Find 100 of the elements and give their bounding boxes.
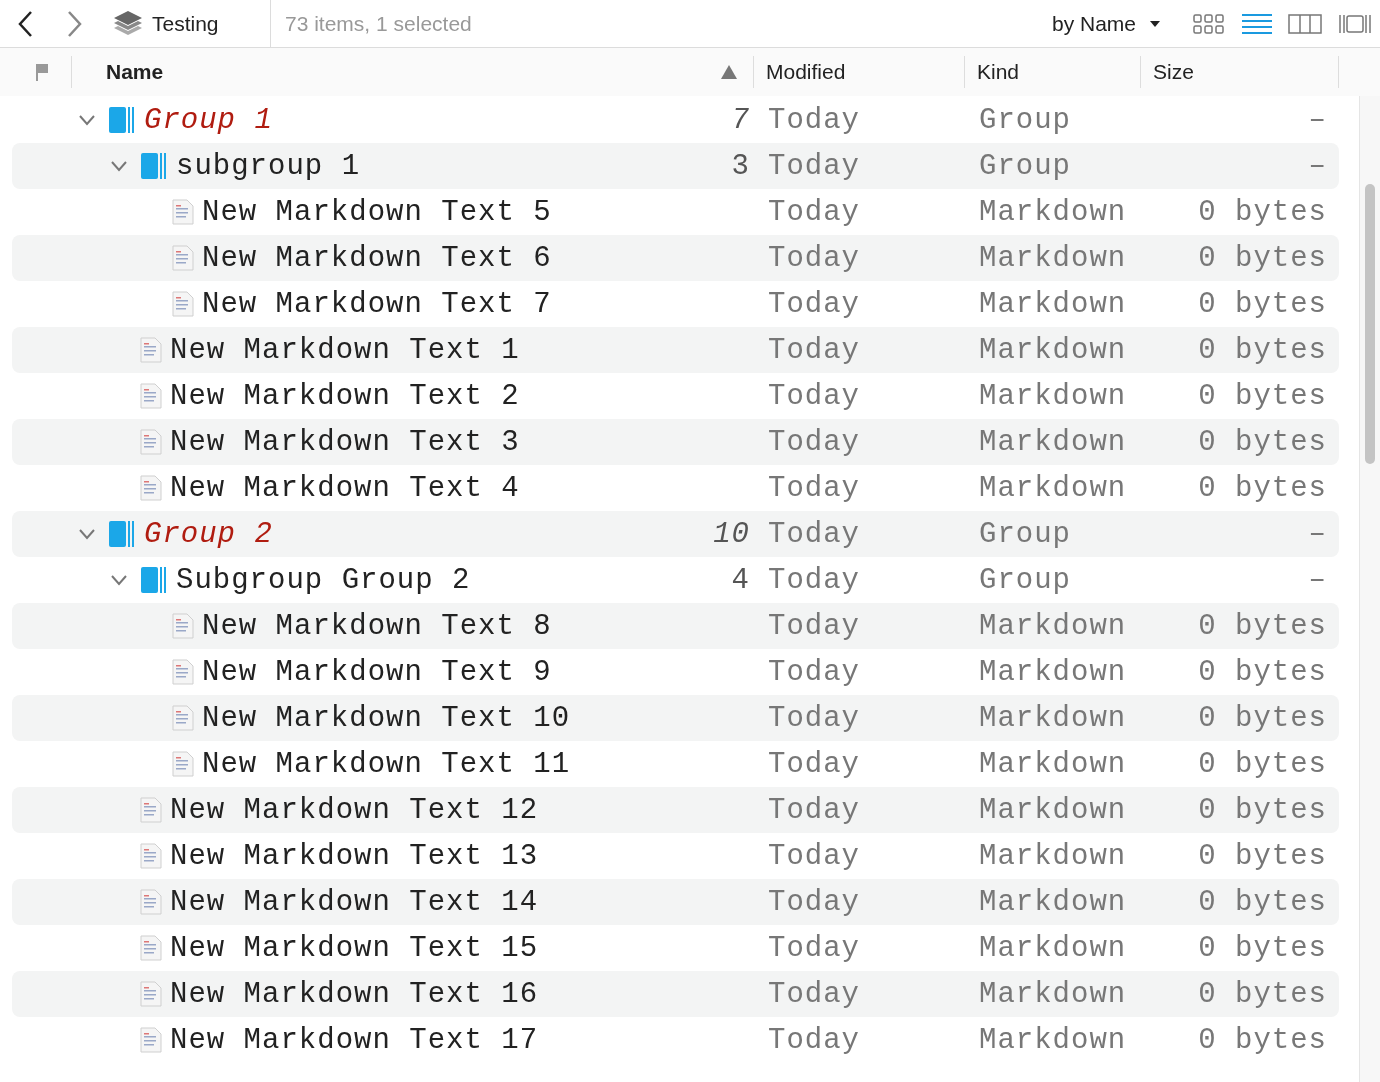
document-icon [140,429,162,455]
column-header[interactable]: Modified [766,60,846,84]
file-name: New Markdown Text 6 [202,241,552,275]
file-row[interactable]: New Markdown Text 2 Today Markdown 0 bytes [12,373,1339,419]
modified-date: Today [767,1023,861,1057]
modified-date: Today [767,425,861,459]
kind-text: Group [979,563,1072,597]
file-row[interactable]: New Markdown Text 3 Today Markdown 0 bytes [12,419,1339,465]
kind-text: Markdown [979,425,1128,459]
size-text: 0 bytes [1197,609,1328,643]
name-column-header[interactable]: Name [106,60,164,84]
document-icon [172,659,194,685]
file-name: New Markdown Text 12 [170,793,539,827]
document-icon [140,383,162,409]
document-icon [140,889,162,915]
group-name: Group 1 [144,103,273,137]
file-row[interactable]: New Markdown Text 7 Today Markdown 0 bytes [12,281,1339,327]
file-row[interactable]: New Markdown Text 9 Today Markdown 0 bytes [12,649,1339,695]
file-name: New Markdown Text 11 [202,747,571,781]
group-row[interactable]: Group 2 10 Today Group – [12,511,1339,557]
modified-date: Today [767,655,861,689]
document-icon [172,245,194,271]
size-text: 0 bytes [1197,701,1328,735]
modified-date: Today [767,839,861,873]
modified-date: Today [767,701,861,735]
file-name: New Markdown Text 3 [170,425,520,459]
file-row[interactable]: New Markdown Text 1 Today Markdown 0 bytes [12,327,1339,373]
file-name: New Markdown Text 1 [170,333,520,367]
item-count: 3 [730,149,750,183]
kind-text: Group [979,517,1072,551]
file-name: New Markdown Text 14 [170,885,539,919]
group-icon [108,106,136,134]
size-text: 0 bytes [1197,241,1328,275]
item-count: 10 [712,517,750,551]
list-icon [1242,12,1272,35]
file-row[interactable]: New Markdown Text 11 Today Markdown 0 bytes [12,741,1339,787]
size-text: 0 bytes [1197,839,1328,873]
kind-text: Markdown [979,241,1128,275]
kind-text: Markdown [979,471,1128,505]
document-icon [140,1027,162,1053]
sort-dropdown[interactable]: by Name [1051,11,1160,36]
group-name: Group 2 [144,517,273,551]
size-text: 0 bytes [1197,471,1328,505]
kind-text: Markdown [979,287,1128,321]
item-count: 4 [730,563,750,597]
size-text: 0 bytes [1197,931,1328,965]
column-header[interactable]: Size [1153,60,1194,84]
file-name: New Markdown Text 9 [202,655,552,689]
kind-text: Markdown [979,1023,1128,1057]
modified-date: Today [767,241,861,275]
modified-date: Today [767,333,861,367]
file-row[interactable]: New Markdown Text 13 Today Markdown 0 bytes [12,833,1339,879]
size-text: 0 bytes [1197,195,1328,229]
document-icon [172,291,194,317]
modified-date: Today [767,287,861,321]
file-name: New Markdown Text 15 [170,931,539,965]
item-count-status: 73 items, 1 selected [284,11,473,36]
size-dash: – [1307,149,1328,183]
scrollbar-thumb[interactable] [1365,184,1375,464]
kind-text: Markdown [979,379,1128,413]
modified-date: Today [767,517,861,551]
size-text: 0 bytes [1197,793,1328,827]
kind-text: Markdown [979,609,1128,643]
kind-text: Markdown [979,701,1128,735]
file-name: New Markdown Text 10 [202,701,571,735]
file-row[interactable]: New Markdown Text 14 Today Markdown 0 bytes [12,879,1339,925]
group-name: Subgroup Group 2 [176,563,471,597]
file-row[interactable]: New Markdown Text 17 Today Markdown 0 bytes [12,1017,1339,1063]
file-name: New Markdown Text 2 [170,379,520,413]
group-row[interactable]: Subgroup Group 2 4 Today Group – [12,557,1339,603]
group-row[interactable]: subgroup 1 3 Today Group – [12,143,1339,189]
file-row[interactable]: New Markdown Text 10 Today Markdown 0 bytes [12,695,1339,741]
kind-text: Markdown [979,931,1128,965]
file-row[interactable]: New Markdown Text 6 Today Markdown 0 bytes [12,235,1339,281]
file-row[interactable]: New Markdown Text 12 Today Markdown 0 bytes [12,787,1339,833]
document-icon [172,199,194,225]
size-text: 0 bytes [1197,379,1328,413]
file-name: New Markdown Text 17 [170,1023,539,1057]
group-name: subgroup 1 [176,149,361,183]
kind-text: Markdown [979,195,1128,229]
group-row[interactable]: Group 1 7 Today Group – [12,97,1339,143]
file-row[interactable]: New Markdown Text 16 Today Markdown 0 bytes [12,971,1339,1017]
kind-text: Group [979,149,1072,183]
file-name: New Markdown Text 16 [170,977,539,1011]
kind-text: Markdown [979,655,1128,689]
modified-date: Today [767,379,861,413]
document-icon [172,613,194,639]
gallery-icon [1338,12,1372,35]
file-row[interactable]: New Markdown Text 5 Today Markdown 0 bytes [12,189,1339,235]
document-icon [140,935,162,961]
file-row[interactable]: New Markdown Text 4 Today Markdown 0 bytes [12,465,1339,511]
modified-date: Today [767,195,861,229]
file-row[interactable]: New Markdown Text 8 Today Markdown 0 bytes [12,603,1339,649]
file-row[interactable]: New Markdown Text 15 Today Markdown 0 bytes [12,925,1339,971]
group-icon [140,566,168,594]
size-text: 0 bytes [1197,655,1328,689]
size-text: 0 bytes [1197,747,1328,781]
column-header[interactable]: Kind [977,60,1020,84]
modified-date: Today [767,563,861,597]
group-icon [108,520,136,548]
